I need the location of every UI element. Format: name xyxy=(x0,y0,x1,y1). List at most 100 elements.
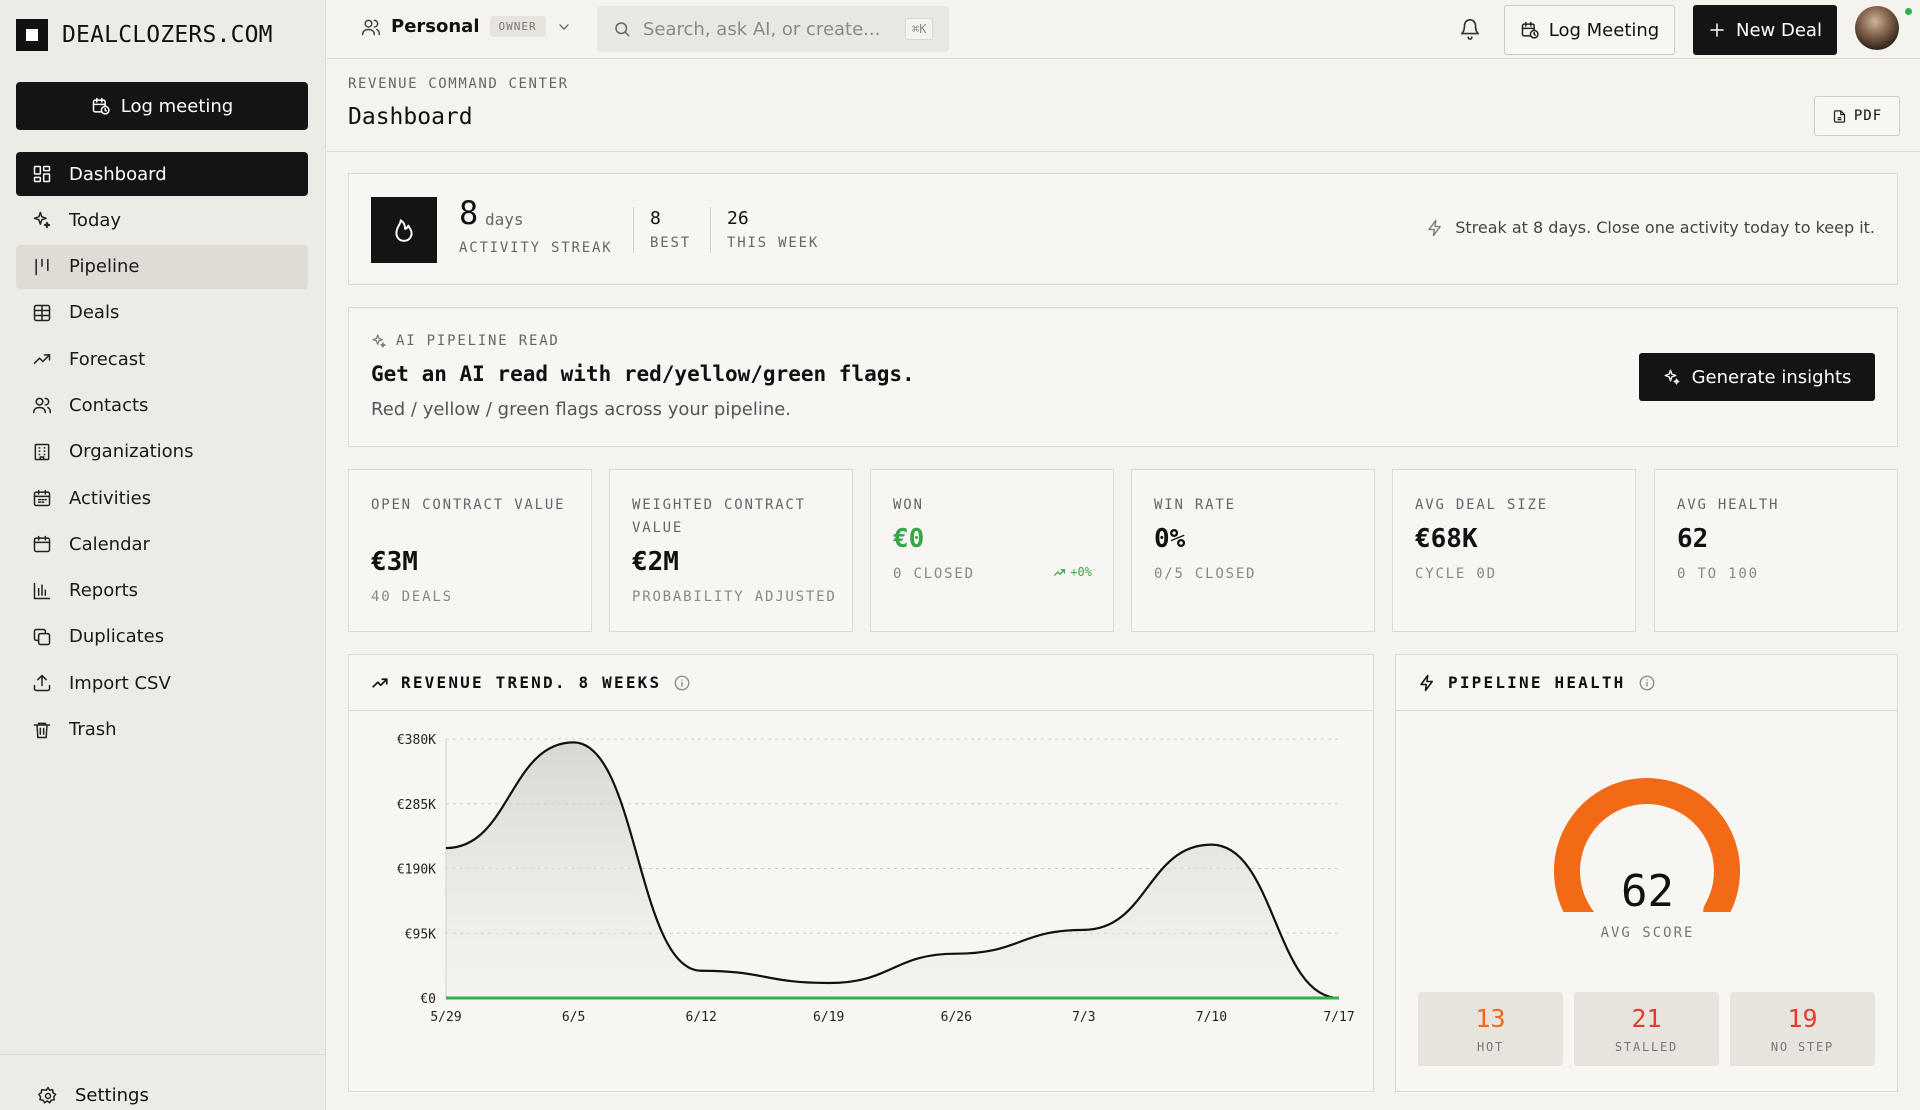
ai-subtitle: Red / yellow / green flags across your p… xyxy=(371,399,792,420)
log-meeting-button[interactable]: Log meeting xyxy=(16,82,308,130)
role-badge: OWNER xyxy=(489,16,546,37)
brand-mark-icon xyxy=(16,19,48,51)
copy-icon xyxy=(32,627,52,647)
streak-days-unit: days xyxy=(485,210,524,229)
sidebar-item-contacts[interactable]: Contacts xyxy=(16,383,308,427)
log-meeting-label: Log meeting xyxy=(120,95,234,117)
sidebar-item-label: Reports xyxy=(69,580,139,602)
y-tick-label: €95K xyxy=(405,927,436,942)
sidebar-item-dashboard[interactable]: Dashboard xyxy=(16,152,308,196)
calendar-check-icon xyxy=(32,488,52,508)
x-tick-label: 6/19 xyxy=(813,1010,844,1025)
stat-label: HOT xyxy=(1476,1040,1505,1054)
trend-up-icon xyxy=(1054,568,1066,576)
stat-value: 21 xyxy=(1631,1004,1662,1033)
streak-days-value: 8 xyxy=(459,194,479,232)
revenue-trend-header: REVENUE TREND. 8 WEEKS xyxy=(349,655,1373,711)
kpi-subtext: PROBABILITY ADJUSTED xyxy=(632,589,837,605)
generate-insights-button[interactable]: Generate insights xyxy=(1639,353,1875,401)
ai-eyebrow: AI PIPELINE READ xyxy=(371,333,560,349)
sidebar-item-calendar[interactable]: Calendar xyxy=(16,522,308,566)
sidebar-item-label: Activities xyxy=(69,487,152,509)
calendar-clock-icon xyxy=(92,97,110,115)
trend-icon xyxy=(372,677,388,688)
brand-logo[interactable]: DEALCLOZERS.COM xyxy=(16,18,273,52)
sidebar-item-forecast[interactable]: Forecast xyxy=(16,337,308,381)
page-eyebrow: REVENUE COMMAND CENTER xyxy=(348,76,569,92)
trash-icon xyxy=(32,720,52,740)
log-meeting-top-button[interactable]: Log Meeting xyxy=(1504,5,1675,55)
export-pdf-button[interactable]: PDF xyxy=(1814,96,1900,136)
kpi-avg-health: AVG HEALTH 62 0 TO 100 xyxy=(1654,469,1898,632)
x-tick-label: 7/3 xyxy=(1072,1010,1095,1025)
stat-stalled[interactable]: 21 STALLED xyxy=(1574,992,1719,1066)
pipeline-health-header: PIPELINE HEALTH xyxy=(1396,655,1897,711)
sidebar-item-import-csv[interactable]: Import CSV xyxy=(16,661,308,705)
kpi-weighted-contract-value: WEIGHTED CONTRACT VALUE €2M PROBABILITY … xyxy=(609,469,853,632)
sidebar-item-trash[interactable]: Trash xyxy=(16,708,308,752)
kpi-label: AVG HEALTH xyxy=(1677,497,1780,513)
kpi-label: WON xyxy=(893,497,924,513)
info-icon[interactable] xyxy=(1638,674,1656,692)
sidebar-item-label: Organizations xyxy=(69,441,194,463)
generate-insights-label: Generate insights xyxy=(1691,366,1852,388)
sidebar-item-today[interactable]: Today xyxy=(16,198,308,242)
kpi-label: OPEN CONTRACT VALUE xyxy=(371,497,566,513)
kpi-value: 0% xyxy=(1154,524,1186,554)
bar-chart-icon xyxy=(32,581,52,601)
kpi-subtext: 0 TO 100 xyxy=(1677,566,1759,582)
sidebar-item-label: Duplicates xyxy=(69,626,165,648)
sidebar-item-reports[interactable]: Reports xyxy=(16,569,308,613)
x-tick-label: 6/26 xyxy=(941,1010,972,1025)
settings-link[interactable]: Settings xyxy=(38,1085,149,1106)
kpi-label: AVG DEAL SIZE xyxy=(1415,497,1548,513)
sidebar-nav: Dashboard Today Pipeline Deals Forecast … xyxy=(16,152,308,754)
page-title: Dashboard xyxy=(348,104,473,130)
kpi-subtext: CYCLE 0D xyxy=(1415,566,1497,582)
kpi-value: €0 xyxy=(893,524,925,554)
streak-message: Streak at 8 days. Close one activity tod… xyxy=(1426,218,1875,237)
kpi-value: €2M xyxy=(632,547,679,577)
divider xyxy=(710,207,711,253)
topbar: Personal OWNER ⌘K Log Meeting New Deal xyxy=(327,0,1920,59)
settings-label: Settings xyxy=(75,1085,149,1106)
sidebar-item-label: Today xyxy=(69,209,122,231)
workspace-switcher[interactable]: Personal OWNER xyxy=(361,16,572,37)
week-count-value: 26 xyxy=(727,208,749,229)
stat-no-step[interactable]: 19 NO STEP xyxy=(1730,992,1875,1066)
best-streak-label: BEST xyxy=(650,235,691,251)
new-deal-button[interactable]: New Deal xyxy=(1693,5,1837,55)
kpi-value: €3M xyxy=(371,547,418,577)
plus-icon xyxy=(1710,23,1724,37)
dashboard-icon xyxy=(32,164,52,184)
shortcut-hint: ⌘K xyxy=(905,18,934,40)
activity-streak-card: 8 days ACTIVITY STREAK 8 BEST 26 THIS WE… xyxy=(348,173,1898,285)
search-bar[interactable]: ⌘K xyxy=(597,6,949,52)
avatar[interactable] xyxy=(1855,6,1899,50)
sidebar-item-label: Calendar xyxy=(69,533,150,555)
avg-score-value: 62 xyxy=(1621,866,1674,917)
sidebar-item-pipeline[interactable]: Pipeline xyxy=(16,244,308,289)
sidebar-item-duplicates[interactable]: Duplicates xyxy=(16,615,308,659)
info-icon[interactable] xyxy=(673,674,691,692)
lightning-icon xyxy=(1428,219,1442,236)
new-deal-label: New Deal xyxy=(1736,19,1822,41)
sparkles-icon xyxy=(1664,369,1679,385)
divider xyxy=(633,207,634,253)
kpi-subtext: 0/5 CLOSED xyxy=(1154,566,1257,582)
sidebar-item-organizations[interactable]: Organizations xyxy=(16,430,308,474)
sidebar-item-activities[interactable]: Activities xyxy=(16,476,308,520)
kpi-open-contract-value: OPEN CONTRACT VALUE €3M 40 DEALS xyxy=(348,469,592,632)
revenue-trend-title: REVENUE TREND. 8 WEEKS xyxy=(401,673,662,692)
sidebar-item-deals[interactable]: Deals xyxy=(16,291,308,335)
sidebar-item-label: Deals xyxy=(69,302,120,324)
stat-hot[interactable]: 13 HOT xyxy=(1418,992,1563,1066)
upload-icon xyxy=(32,673,52,693)
notifications-button[interactable] xyxy=(1459,18,1481,40)
stat-value: 13 xyxy=(1475,1004,1506,1033)
chevron-down-icon xyxy=(558,23,569,30)
ai-title: Get an AI read with red/yellow/green fla… xyxy=(371,362,915,386)
kpi-value: 62 xyxy=(1677,524,1709,554)
gear-icon xyxy=(38,1085,57,1104)
search-input[interactable] xyxy=(643,18,893,40)
